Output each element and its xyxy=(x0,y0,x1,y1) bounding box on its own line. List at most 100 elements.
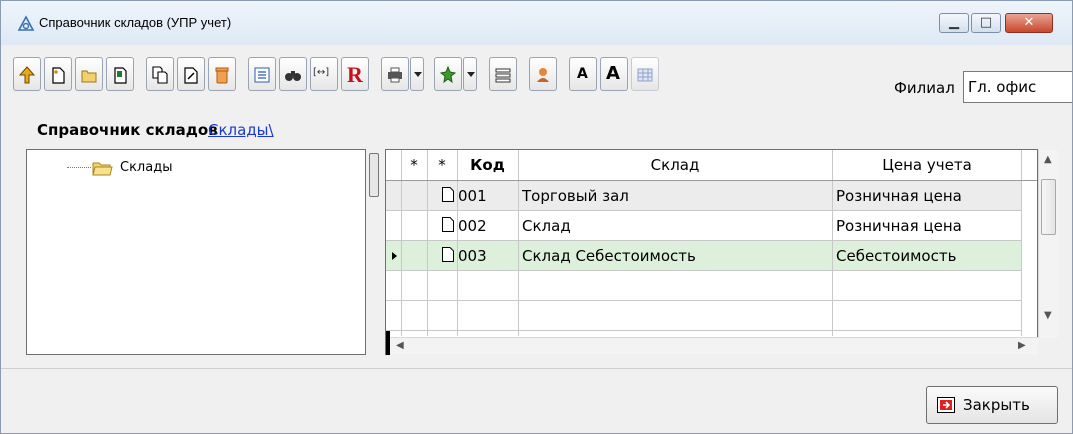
edit-button[interactable] xyxy=(177,57,205,91)
copy-item-icon xyxy=(114,67,127,84)
window-title: Справочник складов (УПР учет) xyxy=(39,15,232,30)
print-icon xyxy=(388,67,402,83)
font-decrease-button[interactable]: A xyxy=(569,57,597,91)
new-folder-icon xyxy=(81,70,97,83)
scroll-up-icon[interactable]: ▲ xyxy=(1044,154,1052,165)
cell-code: 002 xyxy=(458,217,487,235)
delete-icon xyxy=(215,67,229,84)
grid-line xyxy=(401,150,402,336)
scroll-right-icon[interactable]: ▶ xyxy=(1018,340,1026,351)
user-icon xyxy=(537,68,549,82)
new-folder-button[interactable] xyxy=(75,57,103,91)
cell-price: Розничная цена xyxy=(836,187,962,205)
font-increase-button[interactable]: A xyxy=(600,57,628,91)
grid-line xyxy=(427,150,428,336)
minimize-icon: ▁ xyxy=(949,15,959,30)
list-view-icon xyxy=(254,67,270,83)
column-header-price[interactable]: Цена учета xyxy=(832,150,1022,180)
tree-connector xyxy=(67,167,91,168)
close-button[interactable]: Закрыть xyxy=(926,386,1058,424)
width-fit-icon: [↔] xyxy=(313,67,330,78)
page-title: Справочник складов xyxy=(37,121,218,139)
cell-price: Розничная цена xyxy=(836,217,962,235)
find-button[interactable] xyxy=(279,57,307,91)
grid-line xyxy=(386,180,1037,181)
column-header-star1[interactable]: * xyxy=(401,150,427,180)
grid-line xyxy=(386,270,1021,271)
filial-label: Филиал xyxy=(894,79,955,97)
grid-corner-marker xyxy=(386,331,390,355)
list-view-button[interactable] xyxy=(248,57,276,91)
splitter-handle[interactable] xyxy=(369,153,379,197)
grid-line xyxy=(457,150,458,336)
new-item-icon xyxy=(52,67,65,84)
cell-price: Себестоимость xyxy=(836,247,957,265)
grid-line xyxy=(518,150,519,336)
delete-button[interactable] xyxy=(208,57,236,91)
chevron-down-icon xyxy=(467,72,475,77)
cell-name: Склад Себестоимость xyxy=(522,247,696,265)
close-window-button[interactable]: ✕ xyxy=(1005,13,1053,33)
close-icon: ✕ xyxy=(1023,15,1035,30)
horizontal-scrollbar[interactable]: ◀ ▶ xyxy=(390,337,1038,355)
up-level-button[interactable] xyxy=(13,57,41,91)
column-header-star2[interactable]: * xyxy=(427,150,457,180)
print-button[interactable] xyxy=(381,57,409,91)
grid-line xyxy=(1021,150,1022,336)
vertical-scroll-thumb[interactable] xyxy=(1041,179,1056,235)
up-arrow-icon xyxy=(18,66,36,84)
cell-name: Склад xyxy=(522,217,571,235)
document-icon xyxy=(442,247,454,262)
grid-line xyxy=(832,150,833,336)
app-icon xyxy=(17,15,35,31)
table-icon xyxy=(637,68,653,82)
maximize-icon: □ xyxy=(979,15,993,30)
warehouse-table: * * Код Склад Цена учета 001 Торговый за… xyxy=(385,149,1038,355)
columns-icon xyxy=(495,68,511,83)
report-button[interactable]: R xyxy=(341,57,369,91)
grid-line xyxy=(386,330,1021,331)
user-button[interactable] xyxy=(529,57,557,91)
report-icon: R xyxy=(347,62,363,87)
current-row-indicator xyxy=(392,252,397,260)
new-item-button[interactable] xyxy=(44,57,72,91)
scroll-left-icon[interactable]: ◀ xyxy=(396,340,404,351)
title-bar[interactable]: Справочник складов (УПР учет) ▁ □ ✕ xyxy=(1,1,1072,45)
maximize-button[interactable]: □ xyxy=(971,13,1001,33)
exit-icon xyxy=(937,397,955,413)
grid-line xyxy=(386,300,1021,301)
filter-button[interactable] xyxy=(434,57,462,91)
edit-icon xyxy=(184,67,198,84)
filter-icon xyxy=(439,65,457,84)
cell-code: 001 xyxy=(458,187,487,205)
duplicate-button[interactable] xyxy=(146,57,174,91)
font-decrease-icon: A xyxy=(577,66,588,82)
breadcrumb-link[interactable]: Склады\ xyxy=(208,121,274,139)
folder-tree[interactable]: Склады xyxy=(26,149,366,355)
tree-item-sklady[interactable]: Склады xyxy=(120,160,172,175)
find-icon xyxy=(285,71,301,81)
document-icon xyxy=(442,217,454,232)
divider xyxy=(1,368,1072,369)
app-window: Справочник складов (УПР учет) ▁ □ ✕ [↔] … xyxy=(0,0,1073,434)
font-increase-icon: A xyxy=(606,63,620,84)
filter-dropdown[interactable] xyxy=(463,57,477,91)
chevron-down-icon xyxy=(414,72,422,77)
filial-select[interactable]: Гл. офис xyxy=(963,71,1072,103)
width-fit-button[interactable]: [↔] xyxy=(310,57,338,91)
duplicate-icon xyxy=(152,66,168,84)
scroll-down-icon[interactable]: ▼ xyxy=(1044,310,1052,321)
grid-line xyxy=(386,210,1021,211)
columns-button[interactable] xyxy=(489,57,517,91)
print-dropdown[interactable] xyxy=(410,57,424,91)
cell-name: Торговый зал xyxy=(522,187,629,205)
grid-line xyxy=(386,240,1021,241)
folder-icon xyxy=(92,162,113,176)
close-button-label: Закрыть xyxy=(963,396,1030,414)
copy-item-button[interactable] xyxy=(106,57,134,91)
minimize-button[interactable]: ▁ xyxy=(939,13,969,33)
column-header-code[interactable]: Код xyxy=(457,150,518,180)
document-icon xyxy=(442,187,454,202)
table-button[interactable] xyxy=(631,57,659,91)
column-header-name[interactable]: Склад xyxy=(518,150,832,180)
